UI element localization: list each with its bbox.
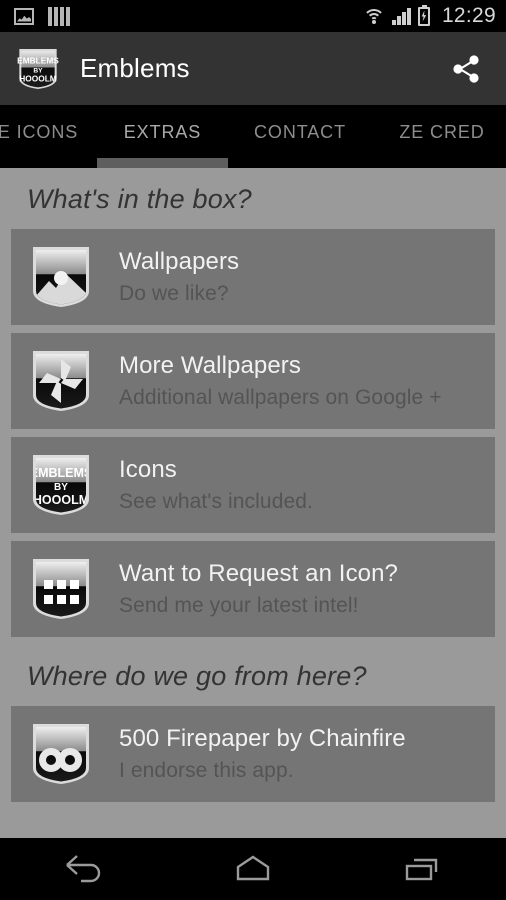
list-item[interactable]: 500 Firepaper by Chainfire I endorse this… bbox=[11, 706, 495, 802]
tab-bar: E ICONS EXTRAS CONTACT ZE CRED bbox=[0, 105, 506, 168]
svg-text:BY: BY bbox=[54, 482, 68, 493]
section-header: Where do we go from here? bbox=[27, 661, 367, 691]
wifi-icon bbox=[363, 8, 386, 25]
page-title: Emblems bbox=[80, 53, 190, 83]
recents-squares-icon bbox=[405, 858, 437, 881]
grid-dots-icon bbox=[33, 559, 89, 619]
list-item-text: 500 Firepaper by Chainfire I endorse this… bbox=[119, 724, 406, 784]
list-item[interactable]: Wallpapers Do we like? bbox=[11, 229, 495, 325]
list-item-text: More Wallpapers Additional wallpapers on … bbox=[119, 351, 442, 411]
pinwheel-photos-icon bbox=[33, 351, 89, 411]
list-item-title: Icons bbox=[119, 455, 177, 483]
svg-text:EMBLEMS: EMBLEMS bbox=[30, 466, 93, 480]
list-item-text: Icons See what's included. bbox=[119, 455, 313, 515]
list-item-subtitle: See what's included. bbox=[119, 489, 313, 513]
back-button[interactable] bbox=[39, 845, 129, 893]
list-item-title: 500 Firepaper by Chainfire bbox=[119, 724, 406, 752]
svg-text:HOOOLM: HOOOLM bbox=[19, 73, 57, 83]
list-item[interactable]: Want to Request an Icon? Send me your lat… bbox=[11, 541, 495, 637]
list-item-subtitle: I endorse this app. bbox=[119, 758, 294, 782]
list-item[interactable]: More Wallpapers Additional wallpapers on … bbox=[11, 333, 495, 429]
list-item-title: More Wallpapers bbox=[119, 351, 302, 379]
infinity-icon bbox=[33, 724, 89, 784]
list-item-subtitle: Do we like? bbox=[119, 281, 229, 305]
tab-e-icons[interactable]: E ICONS bbox=[0, 105, 98, 168]
home-pentagon-icon bbox=[236, 855, 270, 881]
share-icon bbox=[453, 54, 479, 83]
content-scroll-area[interactable]: What's in the box? Wallpapers Do we like? M… bbox=[0, 168, 506, 838]
svg-text:EMBLEMS: EMBLEMS bbox=[17, 55, 59, 65]
bars-icon bbox=[48, 6, 70, 26]
active-tab-indicator bbox=[97, 158, 228, 168]
list-item-text: Wallpapers Do we like? bbox=[119, 247, 239, 307]
signal-icon bbox=[392, 7, 411, 25]
action-bar: EMBLEMS BY HOOOLM Emblems bbox=[0, 32, 506, 105]
share-button[interactable] bbox=[442, 45, 490, 93]
screenshot-icon bbox=[14, 7, 34, 25]
list-item[interactable]: EMBLEMS BY HOOOLM Icons See what's included. bbox=[11, 437, 495, 533]
wallpaper-landscape-icon bbox=[33, 247, 89, 307]
recents-button[interactable] bbox=[377, 845, 467, 893]
list-item-title: Want to Request an Icon? bbox=[119, 559, 399, 587]
emblems-logo-icon: EMBLEMS BYHOOOLM bbox=[30, 455, 93, 515]
home-button[interactable] bbox=[208, 845, 298, 893]
back-arrow-icon bbox=[66, 855, 101, 883]
phone-screen: 12:29 EMBLEMS BY HOOOLM Emblems E ICONS … bbox=[0, 0, 506, 900]
status-bar: 12:29 bbox=[0, 0, 506, 32]
status-bar-clock: 12:29 bbox=[441, 4, 496, 27]
svg-text:HOOOLM: HOOOLM bbox=[33, 493, 89, 507]
list-item-title: Wallpapers bbox=[119, 247, 240, 275]
tab-ze-cred[interactable]: ZE CRED bbox=[378, 105, 506, 168]
section-header: What's in the box? bbox=[27, 184, 252, 214]
list-item-text: Want to Request an Icon? Send me your lat… bbox=[119, 559, 398, 619]
list-item-subtitle: Send me your latest intel! bbox=[119, 593, 359, 617]
emblems-logo-icon: EMBLEMS BY HOOOLM bbox=[17, 48, 59, 89]
status-bar-right-icons: 12:29 bbox=[363, 4, 496, 28]
tab-contact[interactable]: CONTACT bbox=[234, 105, 366, 168]
battery-charging-icon bbox=[417, 4, 430, 26]
navigation-bar bbox=[0, 838, 506, 900]
status-bar-left-icons bbox=[14, 6, 70, 26]
list-item-subtitle: Additional wallpapers on Google + bbox=[119, 385, 442, 409]
